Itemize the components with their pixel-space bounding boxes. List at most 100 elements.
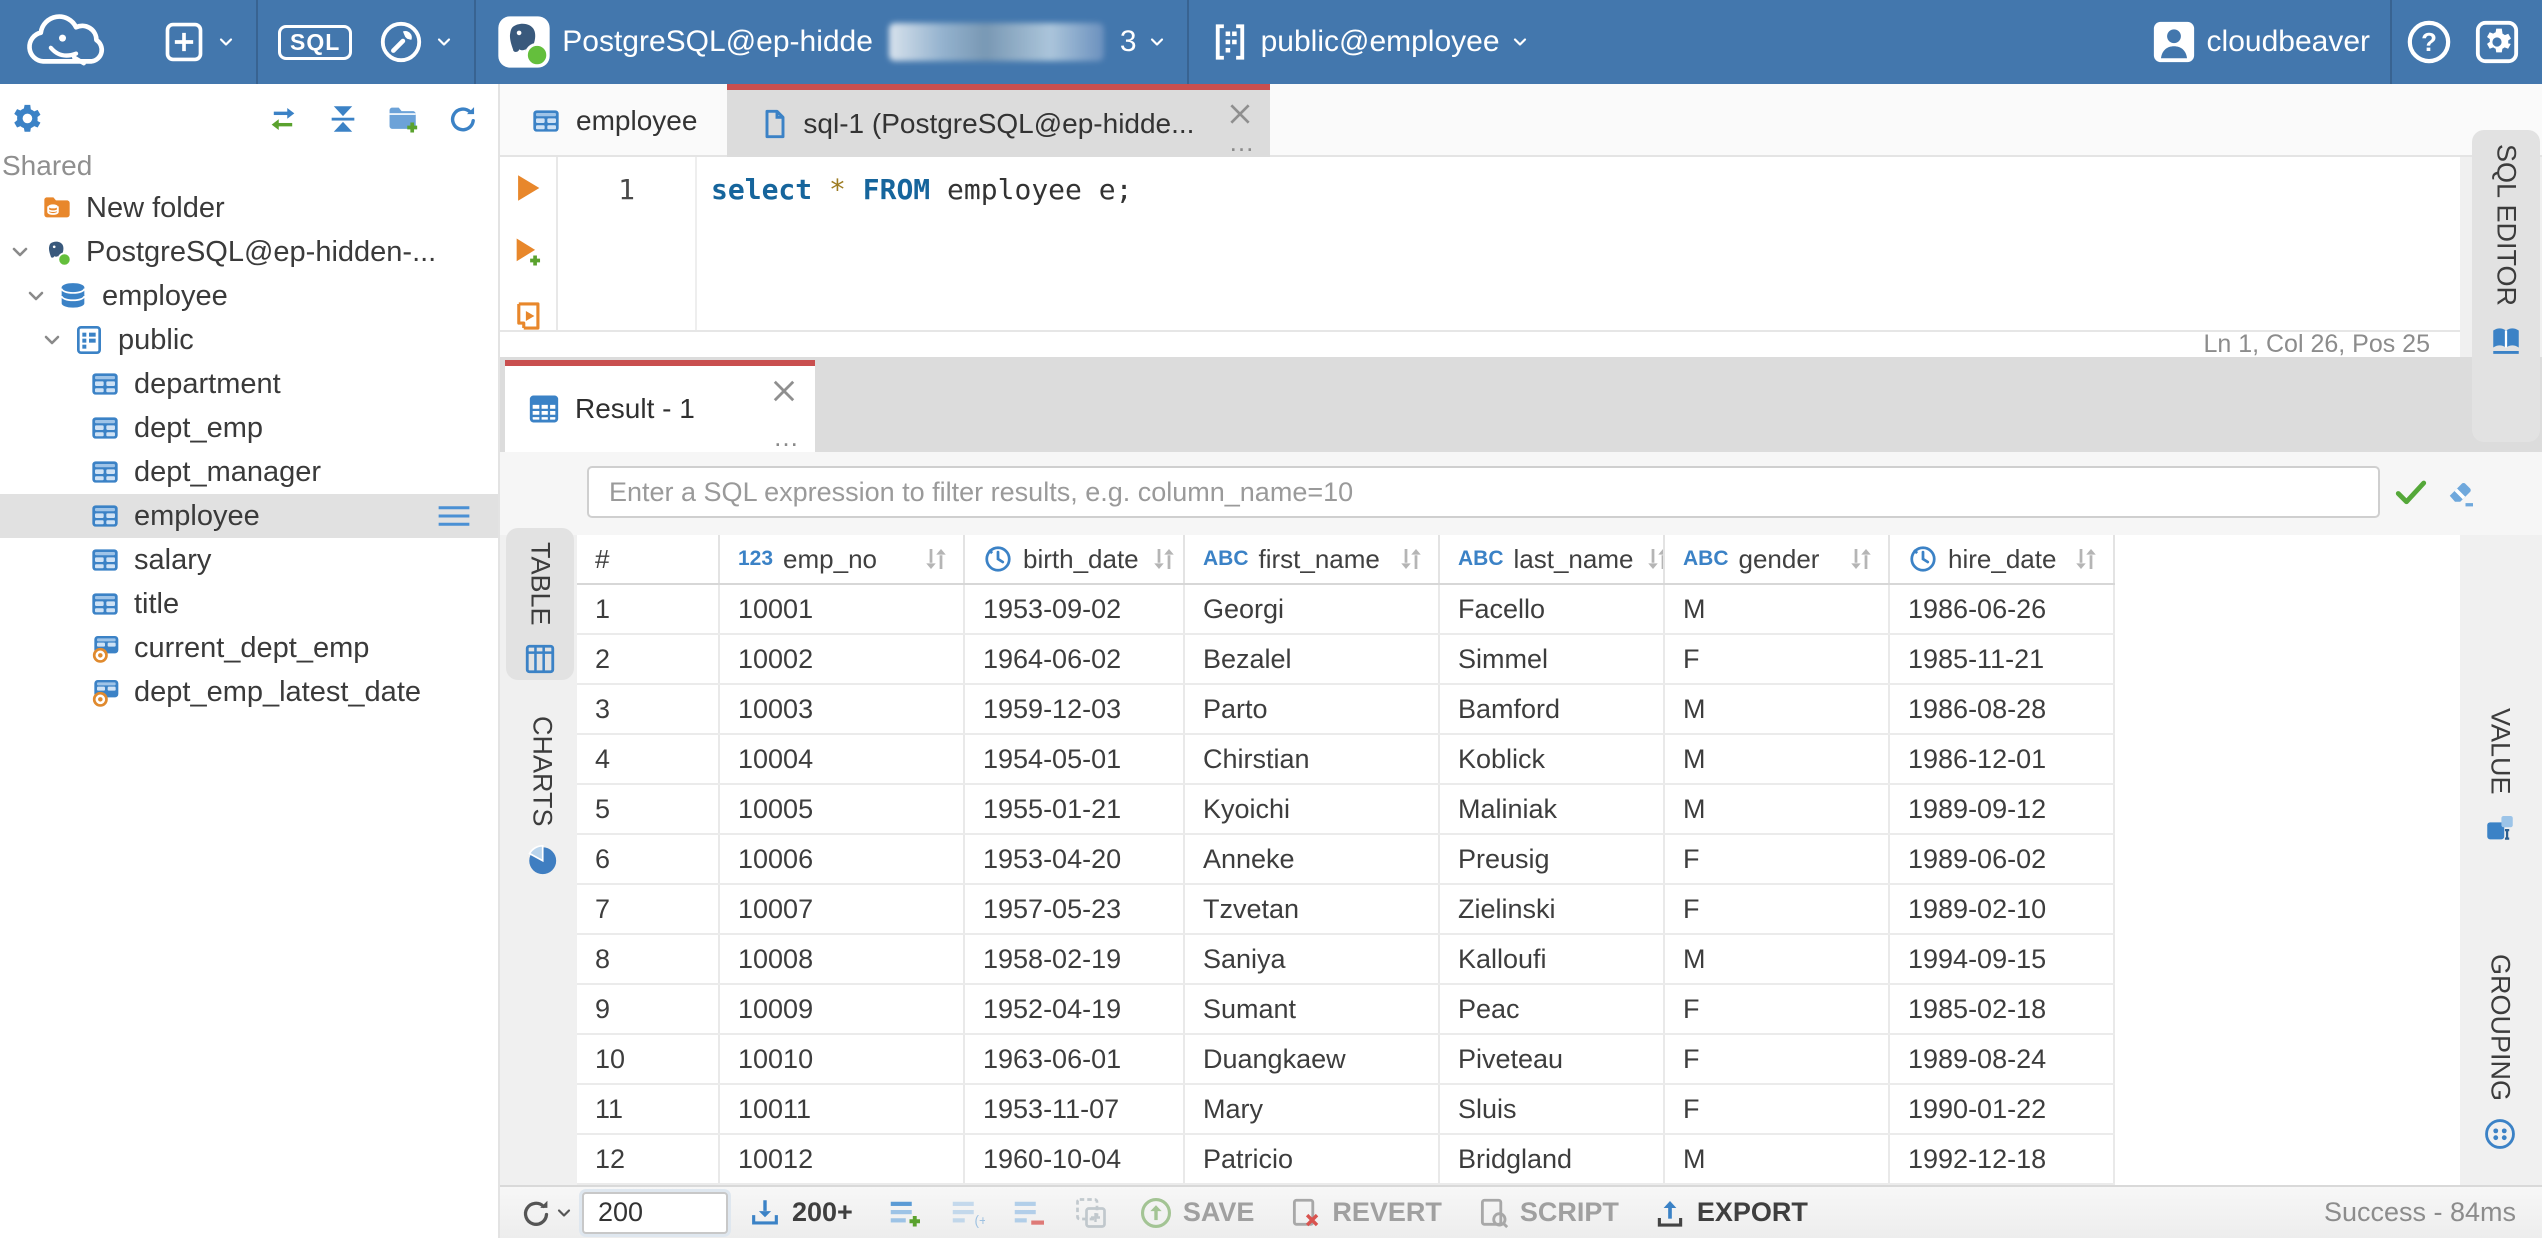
row-index-cell[interactable]: 3 <box>577 685 720 733</box>
data-cell[interactable]: Koblick <box>1440 735 1665 783</box>
tree-item-employee[interactable]: employee <box>0 274 498 318</box>
execute-query-new-tab-icon[interactable] <box>511 235 545 269</box>
data-cell[interactable]: 1958-02-19 <box>965 935 1185 983</box>
data-cell[interactable]: 1959-12-03 <box>965 685 1185 733</box>
data-cell[interactable]: 1953-04-20 <box>965 835 1185 883</box>
data-cell[interactable]: F <box>1665 1035 1890 1083</box>
row-index-cell[interactable]: 1 <box>577 585 720 633</box>
open-sql-editor-button[interactable]: SQL <box>258 0 372 84</box>
row-index-cell[interactable]: 10 <box>577 1035 720 1083</box>
data-cell[interactable]: Chirstian <box>1185 735 1440 783</box>
save-button[interactable]: SAVE <box>1139 1196 1254 1230</box>
data-cell[interactable]: 10012 <box>720 1135 965 1183</box>
data-cell[interactable]: 10008 <box>720 935 965 983</box>
data-cell[interactable]: Kalloufi <box>1440 935 1665 983</box>
data-cell[interactable]: 1985-11-21 <box>1890 635 2115 683</box>
row-index-cell[interactable]: 8 <box>577 935 720 983</box>
data-cell[interactable]: Mary <box>1185 1085 1440 1133</box>
data-cell[interactable]: Peac <box>1440 985 1665 1033</box>
tree-item-dept-manager[interactable]: dept_manager <box>0 450 498 494</box>
sidebar-settings-gear-icon[interactable] <box>10 102 44 136</box>
data-cell[interactable]: M <box>1665 685 1890 733</box>
column-header-last_name[interactable]: ABC last_name <box>1440 535 1665 583</box>
column-header-birth_date[interactable]: birth_date <box>965 535 1185 583</box>
tab-charts-presentation[interactable]: CHARTS <box>508 702 576 874</box>
data-cell[interactable]: F <box>1665 985 1890 1033</box>
data-cell[interactable]: 1953-09-02 <box>965 585 1185 633</box>
sort-icon[interactable] <box>1149 544 1179 574</box>
sort-icon[interactable] <box>1396 544 1426 574</box>
close-icon[interactable] <box>1224 98 1256 130</box>
data-cell[interactable]: 1963-06-01 <box>965 1035 1185 1083</box>
new-folder-icon[interactable] <box>386 102 420 136</box>
tree-item-dept-emp[interactable]: dept_emp <box>0 406 498 450</box>
chevron-down-icon[interactable] <box>554 1203 574 1223</box>
add-row-icon[interactable] <box>887 1195 923 1231</box>
data-cell[interactable]: 10009 <box>720 985 965 1033</box>
data-cell[interactable]: Tzvetan <box>1185 885 1440 933</box>
data-cell[interactable]: Georgi <box>1185 585 1440 633</box>
result-tab[interactable]: Result - 1 … <box>505 360 815 452</box>
column-header-hire_date[interactable]: hire_date <box>1890 535 2115 583</box>
chevron-down-icon[interactable] <box>24 284 48 308</box>
data-cell[interactable]: Zielinski <box>1440 885 1665 933</box>
row-index-cell[interactable]: 2 <box>577 635 720 683</box>
row-index-cell[interactable]: 11 <box>577 1085 720 1133</box>
tree-item-postgresql-ep-hidden-[interactable]: PostgreSQL@ep-hidden-... <box>0 230 498 274</box>
sort-icon[interactable] <box>1846 544 1876 574</box>
data-cell[interactable]: Sluis <box>1440 1085 1665 1133</box>
row-index-cell[interactable]: 7 <box>577 885 720 933</box>
export-button[interactable]: EXPORT <box>1653 1196 1808 1230</box>
column-header-index[interactable]: # <box>577 535 720 583</box>
delete-row-icon[interactable] <box>1011 1195 1047 1231</box>
tree-item-title[interactable]: title <box>0 582 498 626</box>
copy-result-icon[interactable] <box>1073 1195 1109 1231</box>
data-cell[interactable]: 10006 <box>720 835 965 883</box>
help-button[interactable]: ? <box>2392 0 2466 84</box>
data-cell[interactable]: M <box>1665 785 1890 833</box>
row-index-cell[interactable]: 5 <box>577 785 720 833</box>
connection-selector[interactable]: PostgreSQL@ep-hidde 3 <box>476 0 1186 84</box>
data-cell[interactable]: Maliniak <box>1440 785 1665 833</box>
new-object-button[interactable] <box>142 0 256 84</box>
data-cell[interactable]: Preusig <box>1440 835 1665 883</box>
refresh-result-icon[interactable] <box>518 1195 554 1231</box>
data-cell[interactable]: 1952-04-19 <box>965 985 1185 1033</box>
data-cell[interactable]: 10003 <box>720 685 965 733</box>
column-header-first_name[interactable]: ABC first_name <box>1185 535 1440 583</box>
data-cell[interactable]: Piveteau <box>1440 1035 1665 1083</box>
script-button[interactable]: SCRIPT <box>1476 1196 1619 1230</box>
data-cell[interactable]: Simmel <box>1440 635 1665 683</box>
sort-icon[interactable] <box>921 544 951 574</box>
sort-icon[interactable] <box>1643 544 1663 574</box>
settings-button[interactable] <box>2466 0 2542 84</box>
column-header-emp_no[interactable]: 123 emp_no <box>720 535 965 583</box>
row-index-cell[interactable]: 6 <box>577 835 720 883</box>
data-cell[interactable]: 1986-06-26 <box>1890 585 2115 633</box>
execute-script-icon[interactable] <box>511 299 545 333</box>
data-cell[interactable]: 10007 <box>720 885 965 933</box>
data-cell[interactable]: F <box>1665 835 1890 883</box>
fetch-more-button[interactable]: 200+ <box>748 1196 853 1230</box>
tree-item-employee[interactable]: employee <box>0 494 498 538</box>
data-cell[interactable]: 10010 <box>720 1035 965 1083</box>
tab-options-ellipsis[interactable]: … <box>773 424 801 450</box>
row-index-cell[interactable]: 4 <box>577 735 720 783</box>
chevron-down-icon[interactable] <box>8 240 32 264</box>
data-cell[interactable]: 1960-10-04 <box>965 1135 1185 1183</box>
data-cell[interactable]: Bamford <box>1440 685 1665 733</box>
data-cell[interactable]: Sumant <box>1185 985 1440 1033</box>
data-cell[interactable]: 1986-08-28 <box>1890 685 2115 733</box>
clear-filter-eraser-icon[interactable] <box>2443 474 2479 510</box>
tab-sql-editor-panel[interactable]: SQL EDITOR <box>2472 130 2540 442</box>
tree-item-new-folder[interactable]: New folder <box>0 186 498 230</box>
sql-code-area[interactable]: select * FROM employee e; <box>697 157 2460 330</box>
apply-filter-check-icon[interactable] <box>2393 474 2429 510</box>
sort-icon[interactable] <box>2071 544 2101 574</box>
data-cell[interactable]: Patricio <box>1185 1135 1440 1183</box>
data-cell[interactable]: 1985-02-18 <box>1890 985 2115 1033</box>
data-cell[interactable]: 1957-05-23 <box>965 885 1185 933</box>
row-limit-input[interactable] <box>582 1191 728 1234</box>
data-cell[interactable]: Bridgland <box>1440 1135 1665 1183</box>
column-header-gender[interactable]: ABC gender <box>1665 535 1890 583</box>
